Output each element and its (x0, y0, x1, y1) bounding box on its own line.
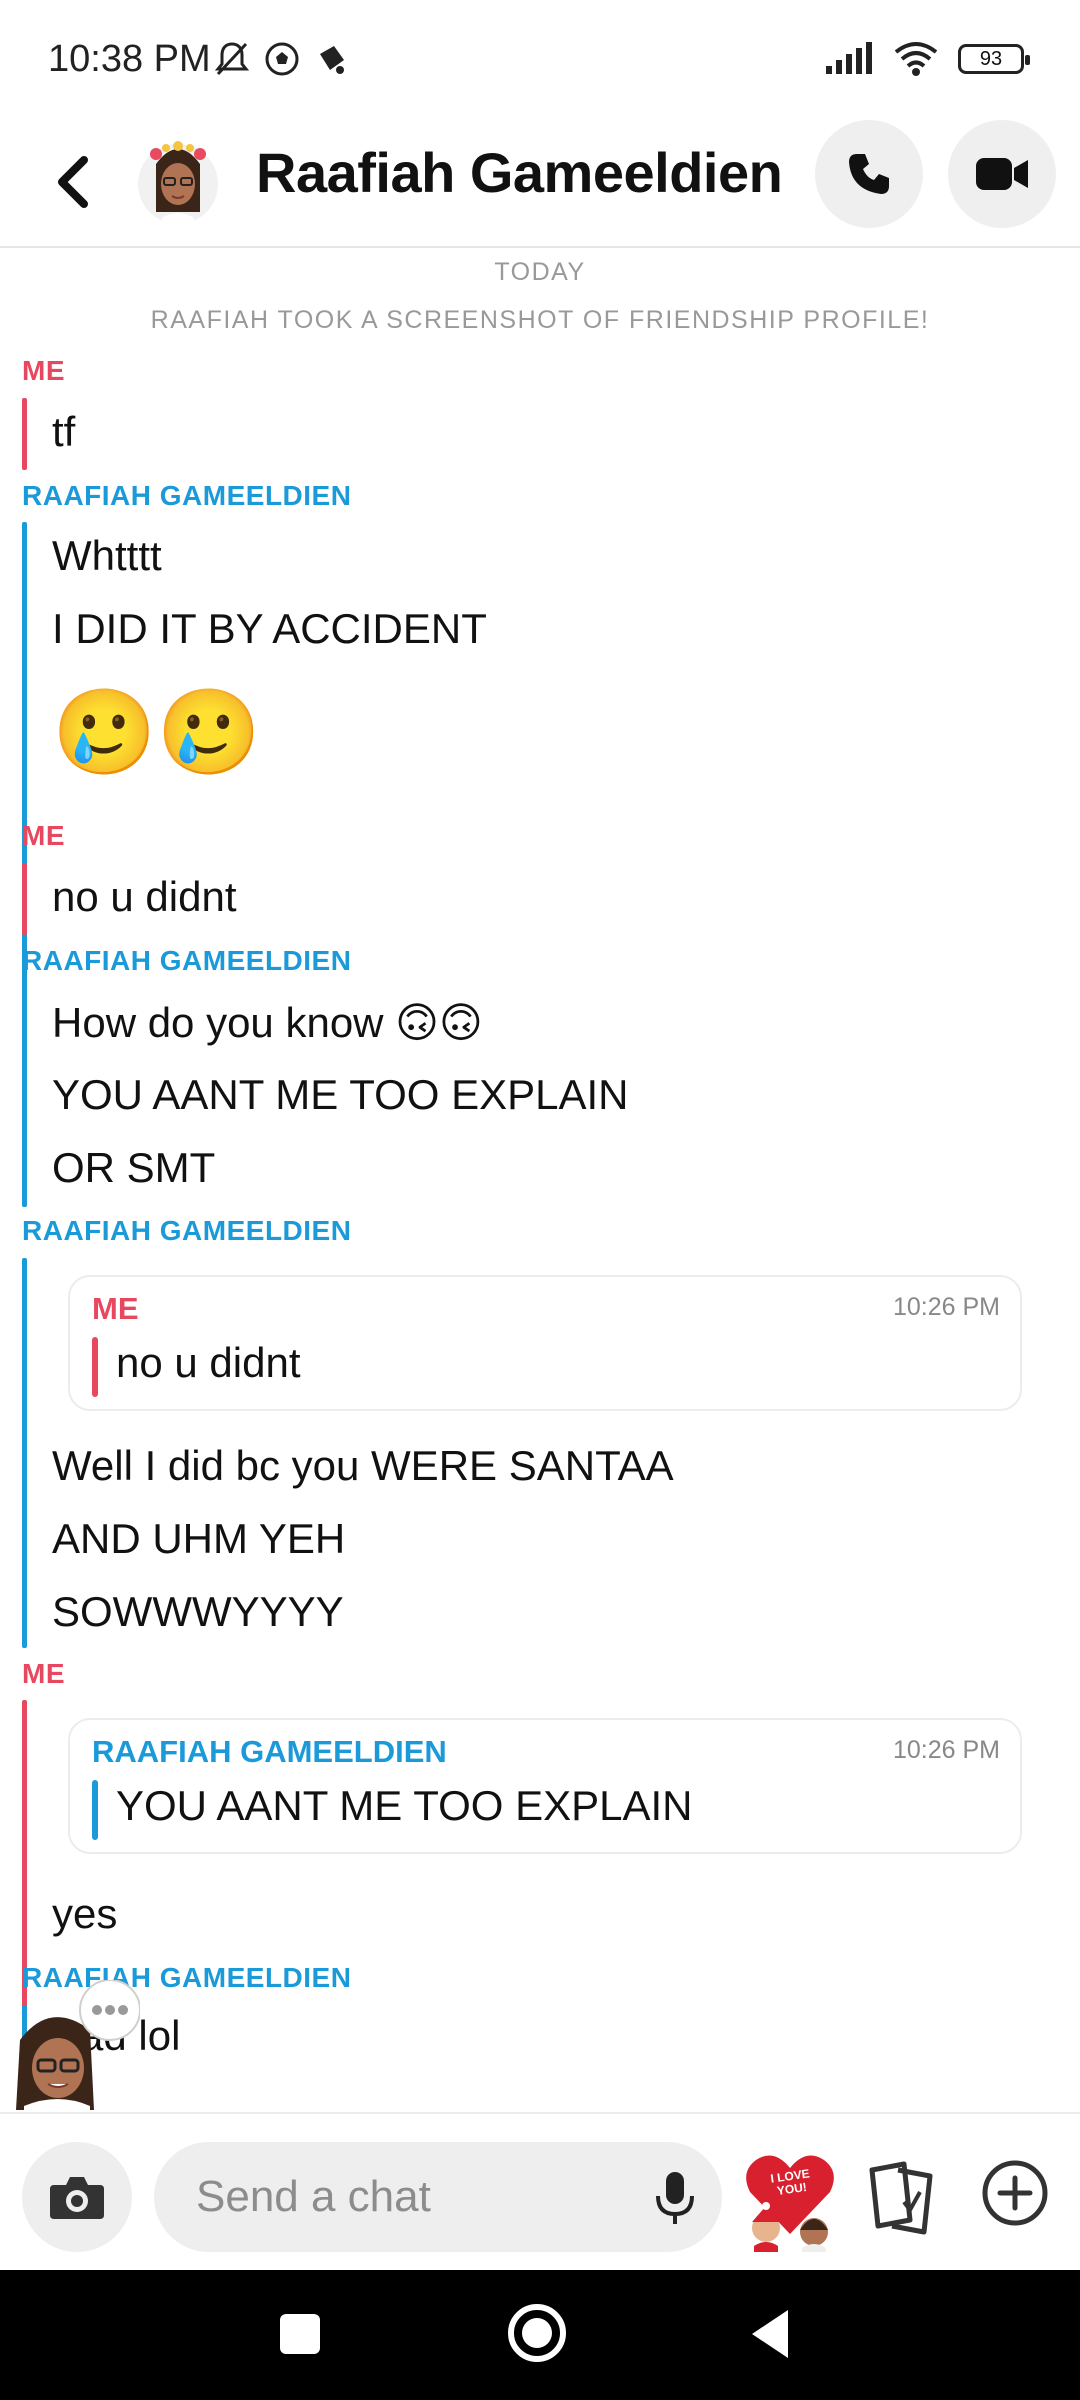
quote-timestamp: 10:26 PM (892, 1293, 1000, 1321)
chat-message-list[interactable]: TODAY RAAFIAH TOOK A SCREENSHOT OF FRIEN… (0, 250, 1080, 2110)
signal-icon (826, 42, 872, 74)
message-text[interactable]: AND UHM YEH (52, 1515, 345, 1563)
message-text[interactable]: yes (52, 1890, 117, 1938)
message-text[interactable]: I DID IT BY ACCIDENT (52, 605, 487, 653)
heart-sticker-icon (746, 2155, 834, 2252)
quote-bar (92, 1337, 98, 1397)
message-text[interactable]: no u didnt (52, 873, 237, 921)
message-text[interactable]: Whtttt (52, 532, 162, 580)
message-bar-them (22, 522, 27, 1060)
soccer-ball-icon (265, 42, 299, 76)
system-navigation-bar (0, 2270, 1080, 2400)
microphone-button[interactable] (650, 2168, 700, 2228)
bell-off-icon (214, 42, 250, 76)
message-text[interactable]: SOWWWYYYY (52, 1588, 344, 1636)
system-back-button[interactable] (752, 2310, 788, 2358)
message-text[interactable]: How do you know 🙃🙃 (52, 998, 483, 1047)
quote-sender: RAAFIAH GAMEELDIEN (92, 1734, 447, 1769)
emoji-message[interactable]: 🥲🥲 (52, 690, 261, 774)
status-time: 10:38 PM (48, 38, 211, 80)
plus-circle-icon (982, 2160, 1048, 2226)
message-text[interactable]: Well I did bc you WERE SANTAA (52, 1442, 674, 1490)
chat-input[interactable] (196, 2142, 626, 2252)
message-bar-them (22, 1258, 27, 1648)
status-icons-left (214, 40, 348, 78)
sender-label-me: ME (22, 355, 65, 386)
camera-icon (50, 2177, 104, 2219)
wifi-icon (894, 42, 938, 76)
camera-button[interactable] (22, 2142, 132, 2252)
message-bar-them (22, 987, 27, 1207)
chat-input-container[interactable] (154, 2142, 722, 2252)
cards-button[interactable] (866, 2156, 938, 2236)
message-text[interactable]: tf (52, 408, 75, 456)
message-bar-me (22, 863, 27, 935)
microphone-icon (656, 2172, 694, 2224)
system-notice: RAAFIAH TOOK A SCREENSHOT OF FRIENDSHIP … (150, 306, 930, 334)
quoted-message-card[interactable]: RAAFIAH GAMEELDIEN 10:26 PM YOU AANT ME … (68, 1718, 1022, 1854)
chat-input-bar: I LOVE YOU! (0, 2112, 1080, 2270)
day-label: TODAY (494, 258, 586, 286)
quoted-message-card[interactable]: ME 10:26 PM no u didnt (68, 1275, 1022, 1411)
bitmoji-typing-icon (16, 1979, 141, 2115)
quote-text: YOU AANT ME TOO EXPLAIN (116, 1782, 693, 1829)
typing-indicator-bitmoji (10, 1979, 141, 2115)
message-text[interactable]: OR SMT (52, 1144, 215, 1192)
back-button[interactable] (44, 142, 104, 222)
sender-label-me: ME (22, 820, 65, 851)
cards-icon (869, 2161, 933, 2235)
message-text[interactable]: YOU AANT ME TOO EXPLAIN (52, 1071, 629, 1119)
status-bar: 10:38 PM 93 (0, 0, 1080, 120)
bitmoji-sticker-button[interactable]: I LOVE YOU! (740, 2142, 840, 2252)
back-arrow-icon (58, 156, 88, 208)
voice-call-button[interactable] (815, 120, 923, 228)
phone-icon (849, 154, 889, 194)
notification-icon (320, 46, 344, 74)
video-camera-icon (976, 158, 1028, 190)
add-button[interactable] (980, 2158, 1050, 2228)
recent-apps-button[interactable] (280, 2314, 320, 2354)
bitmoji-avatar-icon (138, 141, 218, 228)
quote-text: no u didnt (116, 1339, 301, 1386)
contact-avatar[interactable] (134, 128, 222, 228)
quote-bar (92, 1780, 98, 1840)
message-bar-me (22, 398, 27, 470)
sender-label-them: RAAFIAH GAMEELDIEN (22, 480, 352, 511)
video-call-button[interactable] (948, 120, 1056, 228)
quote-timestamp: 10:26 PM (892, 1736, 1000, 1764)
status-icons-right: 93 (824, 40, 1030, 78)
quote-sender: ME (92, 1291, 139, 1326)
contact-name[interactable]: Raafiah Gameeldien (256, 140, 783, 205)
sender-label-them: RAAFIAH GAMEELDIEN (22, 1215, 352, 1246)
sender-label-me: ME (22, 1658, 65, 1689)
battery-icon: 93 (958, 44, 1030, 74)
chat-header: Raafiah Gameeldien (0, 120, 1080, 248)
sender-label-them: RAAFIAH GAMEELDIEN (22, 945, 352, 976)
home-button[interactable] (508, 2304, 566, 2362)
